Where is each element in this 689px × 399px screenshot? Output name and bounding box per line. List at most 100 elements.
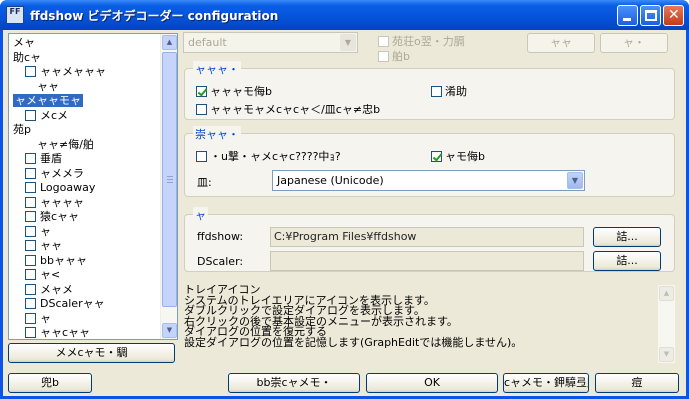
group-paths: ャ ffdshow: C:¥Program Files¥ffdshow 詰...…	[184, 207, 675, 272]
tree-item-checkbox[interactable]	[25, 283, 36, 295]
tree-item-checkbox[interactable]	[25, 312, 36, 324]
tree-item[interactable]: ャャcャャ	[25, 325, 90, 339]
apply-button[interactable]: cャメモ・鉀騿弖賄	[503, 373, 589, 393]
scroll-grip	[167, 182, 173, 183]
checkbox-box	[196, 86, 207, 97]
tree-item[interactable]: ャャャャ	[25, 195, 84, 210]
reset-button[interactable]: bb崇cャメモ・	[228, 373, 360, 393]
ffdshow-app-icon: FF	[6, 6, 24, 24]
tree-item-label: ャャ	[37, 79, 59, 93]
tree-item[interactable]: メャ	[13, 35, 35, 50]
tree-item-checkbox[interactable]	[25, 225, 36, 237]
tree-item-label: Logoaway	[40, 181, 96, 194]
tree-item-label: ャメメラ	[40, 166, 84, 180]
tree-item-label: ャャャャ	[40, 195, 84, 209]
scroll-thumb[interactable]	[162, 52, 177, 307]
tree-item[interactable]: 猿cャャ	[25, 209, 79, 224]
tree-item[interactable]: DScalerャャ	[25, 296, 105, 311]
chevron-down-icon: ▼	[340, 34, 356, 51]
main-window: FF ffdshow ビデオデコーダー configuration ✕ メャ 助c…	[0, 0, 689, 399]
tree-item[interactable]: ャメャャモャ	[13, 93, 83, 108]
scroll-grip	[167, 179, 173, 180]
tree-item-checkbox[interactable]	[25, 182, 36, 193]
dscaler-browse-button[interactable]: 詰...	[593, 251, 661, 271]
preset-combo: default ▼	[183, 32, 358, 53]
tree-item-label: ャャ	[40, 239, 62, 252]
tree-action-button[interactable]: メメcャモ・騆	[8, 343, 175, 363]
tree-item-label: ャ	[40, 224, 51, 238]
top-button-2: ャ・	[600, 33, 668, 53]
tree-item[interactable]: ャャ	[37, 79, 59, 94]
title-bar[interactable]: FF ffdshow ビデオデコーダー configuration ✕	[0, 0, 689, 30]
scroll-down-icon[interactable]: ▼	[162, 323, 177, 338]
language-select[interactable]: Japanese (Unicode) ▼	[272, 170, 585, 191]
help-line: 設定ダイアログの位置を記憶します(GraphEditでは機能しません)。	[184, 335, 523, 349]
tray-icon-checkbox[interactable]: ャャャモ侮b	[196, 83, 272, 99]
checkbox-box	[431, 86, 442, 97]
tree-item[interactable]: 垂盾	[25, 151, 62, 166]
group-tray: ャャャ・ ャャャモ侮b 淆助 ャャャモャメcャcャ＜/皿cャ≠忠b	[184, 61, 675, 120]
language-option-checkbox[interactable]: ・u撃・ャメcャc????中ｮ?	[196, 148, 341, 164]
maximize-button[interactable]	[640, 5, 661, 26]
dscaler-path-field[interactable]	[270, 251, 584, 271]
tree-item-checkbox[interactable]	[25, 240, 36, 251]
restore-position-checkbox[interactable]: ャャャモャメcャcャ＜/皿cャ≠忠b	[196, 101, 380, 117]
tree-item-label: 助cャ	[13, 50, 42, 64]
tree-item[interactable]: ャ<	[25, 267, 60, 282]
tree-item-checkbox[interactable]	[25, 254, 36, 266]
language-option2-checkbox[interactable]: ャモ侮b	[431, 148, 485, 164]
tree-item[interactable]: 助cャ	[13, 50, 41, 65]
cancel-button[interactable]: 痘	[595, 373, 679, 393]
minimize-button[interactable]	[617, 5, 638, 26]
tree-item[interactable]: ャ	[25, 224, 51, 239]
tree-item-checkbox[interactable]	[25, 327, 36, 338]
tree-item-checkbox[interactable]	[25, 269, 36, 280]
tree-item-label: ャ	[40, 311, 51, 325]
tree-item-label: 猿cャャ	[40, 210, 80, 223]
ok-button[interactable]: OK	[366, 373, 498, 393]
tree-item-checkbox[interactable]	[25, 196, 36, 208]
top-button-1: ャャ	[527, 33, 595, 53]
tree-item[interactable]: メcメ	[25, 108, 68, 123]
option-b-label: 淆助	[445, 85, 467, 98]
checkbox-box	[196, 104, 207, 115]
tree-item[interactable]: Logoaway	[25, 180, 95, 195]
tree-item[interactable]: メャメ	[25, 282, 73, 297]
tree-item[interactable]: ャャ≠侮/舶	[37, 137, 94, 152]
language-label: 皿:	[197, 176, 212, 189]
dscaler-path-label: DScaler:	[197, 255, 244, 268]
tree-item-checkbox[interactable]	[25, 298, 36, 309]
tree-item-checkbox[interactable]	[25, 211, 36, 222]
close-icon: ✕	[668, 7, 680, 23]
checkbox-box	[378, 36, 389, 47]
bottom-left-button[interactable]: 兜b	[8, 373, 92, 393]
scroll-down-icon[interactable]: ▼	[659, 347, 674, 362]
language-option-label: ・u撃・ャメcャc????中ｮ?	[210, 150, 341, 163]
help-scrollbar[interactable]: ▲ ▼	[658, 285, 675, 363]
tree-item-checkbox[interactable]	[25, 66, 36, 77]
tree-item-checkbox[interactable]	[25, 167, 36, 179]
tree-item[interactable]: ャャ	[25, 238, 62, 253]
option-b-checkbox[interactable]: 淆助	[431, 83, 467, 99]
tree-scrollbar[interactable]: ▲ ▼	[160, 34, 177, 339]
tree-item-label: メcメ	[40, 108, 69, 122]
close-button[interactable]: ✕	[663, 5, 684, 26]
tree-item-label: メャメ	[40, 282, 73, 296]
filter-tree[interactable]: メャ 助cャ ャャメャャャ ャャ ャメャャモャ メcメ 苑p ャャ≠侮/舶 垂盾 ャメメラ Logo…	[8, 33, 178, 340]
chevron-down-icon[interactable]: ▼	[567, 172, 583, 189]
tree-item[interactable]: ャャメャャャ	[25, 64, 106, 79]
tree-item-checkbox[interactable]	[25, 109, 36, 121]
tree-item-label: 垂盾	[40, 152, 62, 165]
ffdshow-path-field[interactable]: C:¥Program Files¥ffdshow	[270, 227, 584, 247]
minimize-icon	[623, 18, 631, 21]
tree-item-label: ャャ≠侮/舶	[37, 137, 94, 151]
scroll-up-icon[interactable]: ▲	[659, 286, 674, 301]
tree-item[interactable]: ャ	[25, 311, 51, 326]
tree-item[interactable]: 苑p	[13, 122, 31, 137]
scroll-up-icon[interactable]: ▲	[162, 35, 177, 50]
top-check2-label: 舶b	[392, 50, 410, 63]
ffdshow-browse-button[interactable]: 詰...	[593, 227, 661, 247]
tree-item[interactable]: ャメメラ	[25, 166, 84, 181]
tree-item-checkbox[interactable]	[25, 153, 36, 164]
tree-item[interactable]: bbャャャ	[25, 253, 87, 268]
